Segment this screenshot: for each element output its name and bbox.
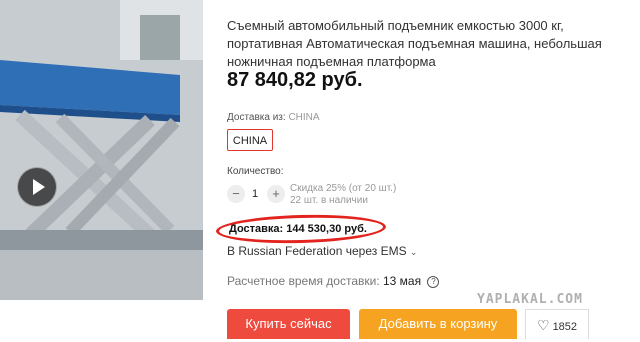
product-title: Съемный автомобильный подъемник емкостью… bbox=[227, 18, 602, 69]
buy-now-button[interactable]: Купить сейчас bbox=[227, 309, 350, 339]
estimated-delivery-date: 13 мая bbox=[383, 274, 422, 288]
delivery-method-select[interactable]: В Russian Federation через EMS ⌄ bbox=[227, 244, 417, 258]
quantity-value[interactable]: 1 bbox=[252, 188, 258, 200]
quantity-info: Скидка 25% (от 20 шт.) 22 шт. в наличии bbox=[290, 183, 396, 207]
quantity-minus-button[interactable]: − bbox=[227, 185, 245, 203]
chevron-down-icon: ⌄ bbox=[409, 247, 418, 257]
help-icon[interactable]: ? bbox=[427, 275, 440, 288]
product-photo[interactable] bbox=[0, 0, 203, 300]
highlight-oval bbox=[215, 212, 387, 246]
estimated-delivery-label: Расчетное время доставки: bbox=[227, 274, 380, 288]
stock-text: 22 шт. в наличии bbox=[290, 195, 368, 206]
delivery-method-label: В Russian Federation через EMS bbox=[227, 244, 407, 258]
add-to-cart-button[interactable]: Добавить в корзину bbox=[359, 309, 517, 339]
ship-from-label-text: Доставка из: bbox=[227, 112, 286, 123]
discount-text: Скидка 25% (от 20 шт.) bbox=[290, 183, 397, 194]
product-price: 87 840,82 руб. bbox=[227, 69, 363, 91]
wishlist-button[interactable]: ♡ 1852 bbox=[525, 309, 589, 339]
ship-from-option-china[interactable]: CHINA bbox=[227, 129, 273, 151]
quantity-label: Количество: bbox=[227, 166, 284, 177]
ship-from-value: CHINA bbox=[288, 112, 320, 123]
ship-from-label: Доставка из: CHINA bbox=[227, 112, 320, 123]
watermark: YAPLAKAL.COM bbox=[477, 292, 583, 307]
wishlist-count: 1852 bbox=[552, 321, 578, 333]
lift-illustration bbox=[0, 0, 203, 300]
estimated-delivery: Расчетное время доставки: 13 мая ? bbox=[227, 274, 440, 288]
quantity-plus-button[interactable]: + bbox=[267, 185, 285, 203]
play-icon[interactable] bbox=[17, 167, 57, 207]
